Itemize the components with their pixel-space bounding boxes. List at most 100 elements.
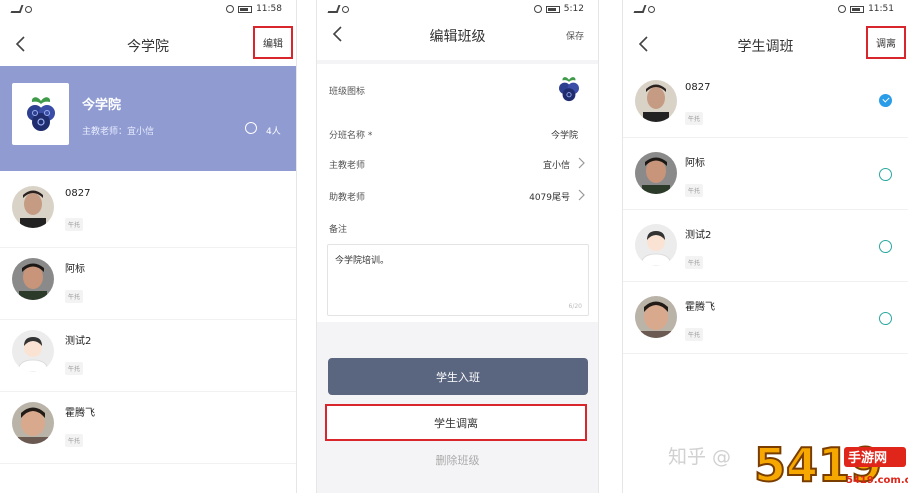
avatar (12, 402, 54, 444)
enroll-student-button[interactable]: 学生入班 (328, 358, 588, 395)
avatar (12, 186, 54, 228)
back-button[interactable] (637, 36, 651, 52)
svg-text:手游网: 手游网 (848, 450, 887, 466)
student-name: 0827 (685, 82, 711, 93)
student-row[interactable]: 测试2 午托 (0, 320, 296, 392)
status-bar: 5:12 (317, 0, 598, 20)
back-arrow-icon (15, 36, 25, 52)
page-title: 编辑班级 (429, 29, 486, 45)
select-checkbox[interactable] (879, 312, 892, 325)
student-tag: 午托 (65, 290, 84, 303)
student-name: 0827 (65, 188, 91, 199)
zhihu-watermark: 知乎 @ (668, 446, 732, 468)
student-name: 阿标 (685, 158, 705, 169)
member-count: 4人 (266, 127, 281, 137)
avatar (635, 296, 677, 338)
class-icon-row[interactable]: 班级图标 (329, 72, 586, 106)
student-row[interactable]: 0827 午托 (623, 66, 908, 138)
remark-textarea[interactable]: 今学院培训。 6/20 (327, 244, 589, 316)
student-tag: 午托 (65, 434, 84, 447)
save-button[interactable]: 保存 (566, 29, 584, 42)
back-button[interactable] (14, 36, 28, 52)
avatar (12, 258, 54, 300)
class-name-field[interactable]: 分班名称 * 今学院 (329, 120, 586, 146)
student-row[interactable]: 阿标 午托 (623, 138, 908, 210)
remark-label-row: 备注 (329, 214, 586, 240)
field-label: 分班名称 * (329, 131, 373, 141)
page-title: 今学院 (127, 39, 169, 55)
field-label: 主教老师 (329, 161, 366, 171)
field-label: 班级图标 (329, 87, 366, 97)
student-tag: 午托 (65, 362, 84, 375)
transfer-student-screen: 11:51 学生调班 调离 0827 午托 阿标 午托 测试2 午托 霍腾飞 午… (622, 0, 908, 493)
status-time: 11:51 (868, 4, 894, 14)
class-logo (12, 83, 69, 145)
student-row[interactable]: 测试2 午托 (623, 210, 908, 282)
transfer-out-button[interactable]: 调离 (866, 26, 906, 59)
student-name: 霍腾飞 (685, 302, 715, 313)
field-label: 助教老师 (329, 193, 366, 203)
char-counter: 6/20 (568, 303, 582, 310)
remark-text: 今学院培训。 (335, 256, 390, 266)
signal-icon (633, 5, 655, 13)
chevron-right-icon (578, 189, 585, 201)
student-name: 阿标 (65, 264, 85, 275)
student-name: 霍腾飞 (65, 408, 95, 419)
class-name: 今学院 (82, 98, 122, 113)
screenshot-collage: 11:58 今学院 编辑 今学院 主教老师：宜小信 4人 0827 午托 阿标 … (0, 0, 908, 493)
alarm-icon (838, 5, 847, 13)
class-summary-card: 今学院 主教老师：宜小信 4人 (0, 66, 296, 171)
student-name: 测试2 (65, 336, 92, 347)
blueberry-icon (554, 74, 584, 107)
status-time: 5:12 (563, 4, 584, 14)
battery-icon (238, 5, 253, 13)
battery-icon (850, 5, 865, 13)
student-tag: 午托 (685, 184, 704, 197)
class-teacher: 主教老师：宜小信 (82, 127, 155, 137)
select-checkbox[interactable] (879, 168, 892, 181)
svg-text:5419.com.cn: 5419.com.cn (846, 475, 908, 486)
avatar (12, 330, 54, 372)
student-row[interactable]: 阿标 午托 (0, 248, 296, 320)
chevron-right-icon (578, 157, 585, 169)
student-row[interactable]: 霍腾飞 午托 (623, 282, 908, 354)
status-bar: 11:58 (0, 0, 296, 20)
field-value: 今学院 (550, 131, 578, 141)
avatar (635, 80, 677, 122)
transfer-student-button[interactable]: 学生调离 (325, 404, 587, 441)
site-logo: 5419 手游网 5419.com.cn (753, 437, 908, 493)
signal-icon (10, 5, 32, 13)
nav-bar: 编辑班级 保存 (317, 20, 598, 60)
back-arrow-icon (332, 26, 342, 42)
main-teacher-field[interactable]: 主教老师 宜小信 (329, 150, 586, 176)
status-time: 11:58 (256, 4, 282, 14)
field-value: 4079尾号 (529, 193, 570, 203)
student-row[interactable]: 0827 午托 (0, 176, 296, 248)
edit-button[interactable]: 编辑 (253, 26, 293, 59)
back-button[interactable] (331, 26, 345, 42)
student-tag: 午托 (685, 112, 704, 125)
assistant-teacher-field[interactable]: 助教老师 4079尾号 (329, 182, 586, 208)
avatar (635, 152, 677, 194)
blueberry-icon (26, 97, 55, 131)
edit-class-screen: 5:12 编辑班级 保存 班级图标 分班名称 * 今学院 主教老师 宜小信 助教… (316, 0, 599, 493)
student-tag: 午托 (685, 256, 704, 269)
delete-class-button[interactable]: 删除班级 (317, 452, 598, 468)
select-checkbox[interactable] (879, 240, 892, 253)
battery-icon (545, 5, 560, 13)
nav-bar: 今学院 编辑 (0, 26, 296, 62)
status-bar: 11:51 (623, 0, 908, 20)
nav-bar: 学生调班 调离 (623, 26, 908, 62)
alarm-icon (226, 5, 235, 13)
field-label: 备注 (329, 225, 348, 235)
class-detail-screen: 11:58 今学院 编辑 今学院 主教老师：宜小信 4人 0827 午托 阿标 … (0, 0, 297, 493)
avatar (635, 224, 677, 266)
select-checkbox[interactable] (879, 94, 892, 107)
member-icon (245, 122, 257, 134)
alarm-icon (533, 5, 542, 13)
field-value: 宜小信 (542, 161, 570, 171)
back-arrow-icon (638, 36, 648, 52)
student-row[interactable]: 霍腾飞 午托 (0, 392, 296, 464)
signal-icon (327, 5, 349, 13)
student-name: 测试2 (685, 230, 712, 241)
